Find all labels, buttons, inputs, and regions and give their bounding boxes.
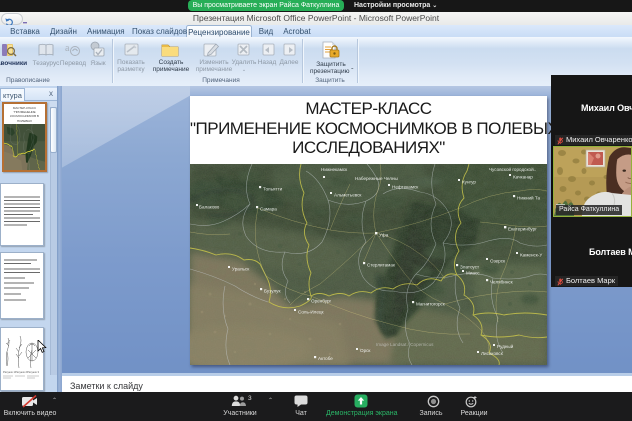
svg-text:Самара: Самара: [260, 207, 277, 212]
svg-text:Актобе: Актобе: [318, 356, 333, 361]
svg-text:Рудный: Рудный: [497, 343, 514, 349]
svg-text:Соль-Илецк: Соль-Илецк: [298, 310, 325, 315]
svg-text:Миасс: Миасс: [466, 271, 480, 276]
svg-text:Златоуст: Златоуст: [460, 265, 480, 270]
svg-text:Рисунок 3: Рисунок 3: [27, 370, 40, 374]
svg-text:Рисунок 2: Рисунок 2: [15, 370, 28, 374]
svg-text:a: a: [65, 43, 70, 54]
svg-text:Орск: Орск: [360, 348, 371, 353]
svg-text:Качканар: Качканар: [513, 175, 533, 180]
svg-text:Озерск: Озерск: [490, 259, 506, 264]
svg-text:Магнитогорск: Магнитогорск: [416, 302, 446, 307]
svg-text:Нижнекамск: Нижнекамск: [321, 167, 348, 172]
svg-text:Стерлитамак: Стерлитамак: [367, 263, 396, 268]
svg-text:Уфа: Уфа: [379, 233, 389, 238]
svg-text:Набережные Челны: Набережные Челны: [355, 176, 398, 181]
svg-text:Оренбург: Оренбург: [311, 299, 332, 304]
svg-text:Нефтекамск: Нефтекамск: [392, 185, 419, 190]
svg-text:Нижний Та: Нижний Та: [517, 195, 541, 201]
svg-text:Екатеринбург: Екатеринбург: [508, 227, 537, 232]
svg-text:Каменск-У: Каменск-У: [520, 253, 542, 258]
svg-text:Рисунок 1: Рисунок 1: [3, 370, 16, 374]
svg-text:Челябинск: Челябинск: [490, 280, 514, 285]
svg-text:Кунгур: Кунгур: [462, 180, 476, 185]
svg-text:Лисаковск: Лисаковск: [481, 351, 504, 356]
svg-text:Уральск: Уральск: [232, 267, 250, 272]
svg-text:Image Landsat / Copernicus: Image Landsat / Copernicus: [376, 342, 434, 347]
svg-text:Балаково: Балаково: [199, 205, 220, 210]
svg-text:Тольятти: Тольятти: [263, 187, 283, 192]
svg-text:Бузулук: Бузулук: [264, 289, 281, 294]
svg-text:Чусовской городской..: Чусовской городской..: [489, 166, 536, 172]
svg-text:Альметьевск: Альметьевск: [334, 193, 362, 198]
